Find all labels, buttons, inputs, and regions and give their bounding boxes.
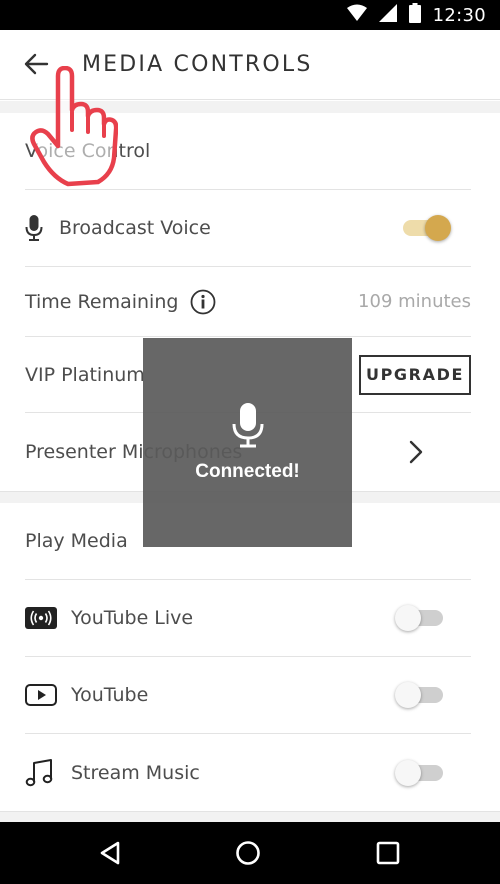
section-heading: Voice Control bbox=[25, 140, 151, 162]
toggle-knob bbox=[395, 682, 421, 708]
vip-platinum-label: VIP Platinum bbox=[25, 363, 145, 386]
play-media-section: Play Media YouTube Live YouTube Stream M… bbox=[0, 503, 500, 813]
stream-music-label: Stream Music bbox=[71, 761, 200, 784]
broadcast-voice-row[interactable]: Broadcast Voice bbox=[25, 190, 471, 267]
upgrade-button[interactable]: UPGRADE bbox=[359, 354, 471, 395]
chevron-right-icon[interactable] bbox=[401, 437, 431, 467]
back-button[interactable] bbox=[20, 50, 52, 82]
app-bar: MEDIA CONTROLS bbox=[0, 30, 500, 100]
youtube-live-row[interactable]: YouTube Live bbox=[25, 580, 471, 657]
status-icons: 12:30 bbox=[346, 0, 486, 30]
microphone-icon bbox=[232, 402, 264, 453]
toggle-knob bbox=[425, 215, 451, 241]
arrow-left-icon bbox=[23, 53, 49, 80]
play-box-icon bbox=[25, 680, 59, 710]
broadcast-voice-toggle[interactable] bbox=[399, 213, 451, 243]
toggle-knob bbox=[395, 605, 421, 631]
back-triangle-icon[interactable] bbox=[95, 838, 125, 868]
youtube-row[interactable]: YouTube bbox=[25, 657, 471, 734]
connected-toast: Connected! bbox=[143, 338, 352, 547]
voice-control-heading-row: Voice Control bbox=[25, 113, 471, 190]
home-circle-icon[interactable] bbox=[233, 838, 263, 868]
broadcast-voice-label: Broadcast Voice bbox=[59, 217, 211, 239]
section-heading: Play Media bbox=[25, 530, 128, 552]
music-note-icon bbox=[25, 758, 59, 788]
youtube-label: YouTube bbox=[71, 684, 149, 706]
section-divider bbox=[0, 811, 500, 822]
section-divider bbox=[0, 101, 500, 113]
youtube-live-label: YouTube Live bbox=[71, 607, 194, 629]
stream-music-row[interactable]: Stream Music bbox=[25, 734, 471, 811]
signal-icon bbox=[378, 3, 397, 27]
microphone-icon bbox=[25, 213, 59, 243]
battery-icon bbox=[408, 2, 421, 28]
time-remaining-value: 109 minutes bbox=[358, 291, 471, 312]
status-bar: 12:30 bbox=[0, 0, 500, 30]
toast-message: Connected! bbox=[195, 461, 300, 482]
youtube-toggle[interactable] bbox=[395, 680, 447, 710]
page-title: MEDIA CONTROLS bbox=[82, 52, 313, 77]
time-remaining-label: Time Remaining bbox=[25, 290, 179, 313]
stream-music-toggle[interactable] bbox=[395, 758, 447, 788]
recents-square-icon[interactable] bbox=[373, 838, 403, 868]
info-icon[interactable] bbox=[190, 289, 216, 315]
time-remaining-row: Time Remaining 109 minutes bbox=[25, 267, 471, 337]
status-time: 12:30 bbox=[432, 4, 486, 26]
system-nav-bar bbox=[0, 822, 500, 884]
wifi-icon bbox=[346, 4, 367, 27]
toggle-knob bbox=[395, 759, 421, 786]
youtube-live-toggle[interactable] bbox=[395, 603, 447, 633]
broadcast-live-icon bbox=[25, 603, 59, 633]
